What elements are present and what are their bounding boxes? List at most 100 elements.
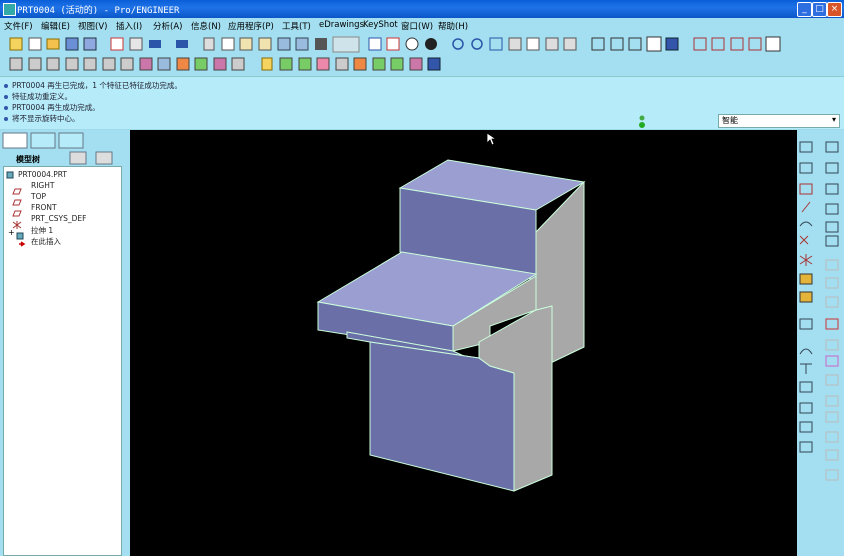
sketch-tool-icon[interactable] [799,162,813,174]
datum-plane-tool-icon[interactable] [799,141,813,153]
draft-analysis-icon[interactable] [194,57,208,71]
tree-item[interactable]: TOP [31,192,46,201]
bulb-icon[interactable] [261,57,273,71]
solidify-tool-icon[interactable] [825,469,839,481]
tab-folder-browser[interactable] [30,132,56,149]
feature-tools-icon[interactable] [295,37,309,51]
measure-icon[interactable] [65,57,79,71]
minimize-button[interactable]: _ [797,2,812,17]
chamfer-tool-icon[interactable] [825,339,839,351]
pattern-tool-icon[interactable] [825,374,839,386]
menu-tools[interactable]: 工具(T) [282,20,311,32]
curve-analysis-icon[interactable] [102,57,116,71]
graphics-viewport[interactable] [130,130,797,556]
redo-icon[interactable] [176,40,188,48]
render-window-icon[interactable] [409,57,423,71]
menu-window[interactable]: 窗口(W) [401,20,433,32]
tab-model-tree[interactable] [2,132,28,149]
settings-icon[interactable] [69,151,87,165]
annotations-icon[interactable] [765,36,781,52]
regenerate-icon[interactable] [129,37,143,51]
tab-favorites[interactable] [58,132,84,149]
selection-filter[interactable]: 智能 ▾ [718,114,840,128]
enhanced-realism-icon[interactable] [665,37,679,51]
datum-axis-tool-icon[interactable] [825,141,839,153]
save-copy-icon[interactable] [83,37,97,51]
refit-icon[interactable] [489,37,503,51]
menu-edrawings[interactable]: eDrawings [319,20,364,30]
keyshot-icon[interactable] [427,57,441,71]
paste-special-icon[interactable] [258,37,272,51]
maximize-button[interactable]: □ [812,2,827,17]
merge-tool-icon[interactable] [825,395,839,407]
thicken-tool-icon[interactable] [825,449,839,461]
part-icon[interactable] [9,57,23,71]
point-tool-icon[interactable] [799,235,809,245]
shading-icon[interactable] [646,36,662,52]
deviation-icon[interactable] [157,57,171,71]
menu-keyshot[interactable]: KeyShot [363,20,398,30]
expand-toggle[interactable]: + [8,228,15,237]
curve-tool-icon[interactable] [799,221,813,227]
cut-icon[interactable] [203,37,215,51]
tree-item[interactable]: FRONT [31,203,57,212]
selection-box[interactable] [332,36,360,53]
view-manager-icon[interactable] [563,37,577,51]
surface-tool-icon[interactable] [825,183,839,195]
extrude-tool-icon[interactable] [825,259,839,271]
menu-help[interactable]: 帮助(H) [438,20,468,32]
shell-tool-icon[interactable] [825,355,839,367]
menu-view[interactable]: 视图(V) [78,20,107,32]
section-icon[interactable] [46,57,60,71]
rib-tool-icon[interactable] [799,381,813,393]
wireframe-icon[interactable] [591,37,605,51]
lights-icon[interactable] [372,57,386,71]
datum-points-icon[interactable] [730,37,744,51]
mirror-icon[interactable] [277,37,291,51]
menu-applications[interactable]: 应用程序(P) [228,20,274,32]
open-folder-icon[interactable] [46,38,60,50]
hole-tool-icon[interactable] [825,318,839,330]
slope-icon[interactable] [213,57,227,71]
edit-room-icon[interactable] [353,57,367,71]
draft-tool-icon[interactable] [800,363,812,374]
zoom-in-icon[interactable] [452,38,464,50]
boundary-tool-icon[interactable] [825,203,839,215]
reorient-icon[interactable] [508,37,522,51]
menu-insert[interactable]: 插入(I) [116,20,142,32]
copy-geometry-icon[interactable] [799,318,813,330]
close-window-icon[interactable] [110,37,124,51]
analysis-tool-icon[interactable] [799,273,813,285]
undo-icon[interactable] [149,40,161,48]
drawing-icon[interactable] [28,57,42,71]
render-setup-icon[interactable] [390,57,404,71]
plane-tool-icon[interactable] [799,183,813,195]
paste-icon[interactable] [239,37,253,51]
find-icon[interactable] [315,38,327,50]
datum-axes-icon[interactable] [711,37,725,51]
shaded-curvature-icon[interactable] [176,57,190,71]
zoom-out-icon[interactable] [471,38,483,50]
offset-tool-icon[interactable] [825,221,839,233]
layers-icon[interactable] [545,37,559,51]
menu-edit[interactable]: 编辑(E) [41,20,70,32]
mirror-tool-icon[interactable] [799,402,813,414]
datum-planes-icon[interactable] [693,37,707,51]
revolve-tool-icon[interactable] [825,277,839,289]
axis-tool-icon[interactable] [801,201,811,213]
datum-point-tool-icon[interactable] [825,162,839,174]
close-button[interactable]: × [827,2,842,17]
blend-tool-icon[interactable] [825,235,839,247]
tree-item[interactable]: RIGHT [31,181,54,190]
copy-icon[interactable] [221,37,235,51]
tree-item[interactable]: 在此插入 [31,236,61,247]
new-icon[interactable] [9,37,23,51]
project-tool-icon[interactable] [825,431,839,443]
open-icon[interactable] [28,37,42,51]
repaint-icon[interactable] [368,37,382,51]
tree-item[interactable]: PRT0004.PRT [18,170,67,179]
perspective-icon[interactable] [335,57,349,71]
coordinate-systems-icon[interactable] [748,37,762,51]
save-icon[interactable] [65,37,79,51]
mass-properties-icon[interactable] [83,57,97,71]
